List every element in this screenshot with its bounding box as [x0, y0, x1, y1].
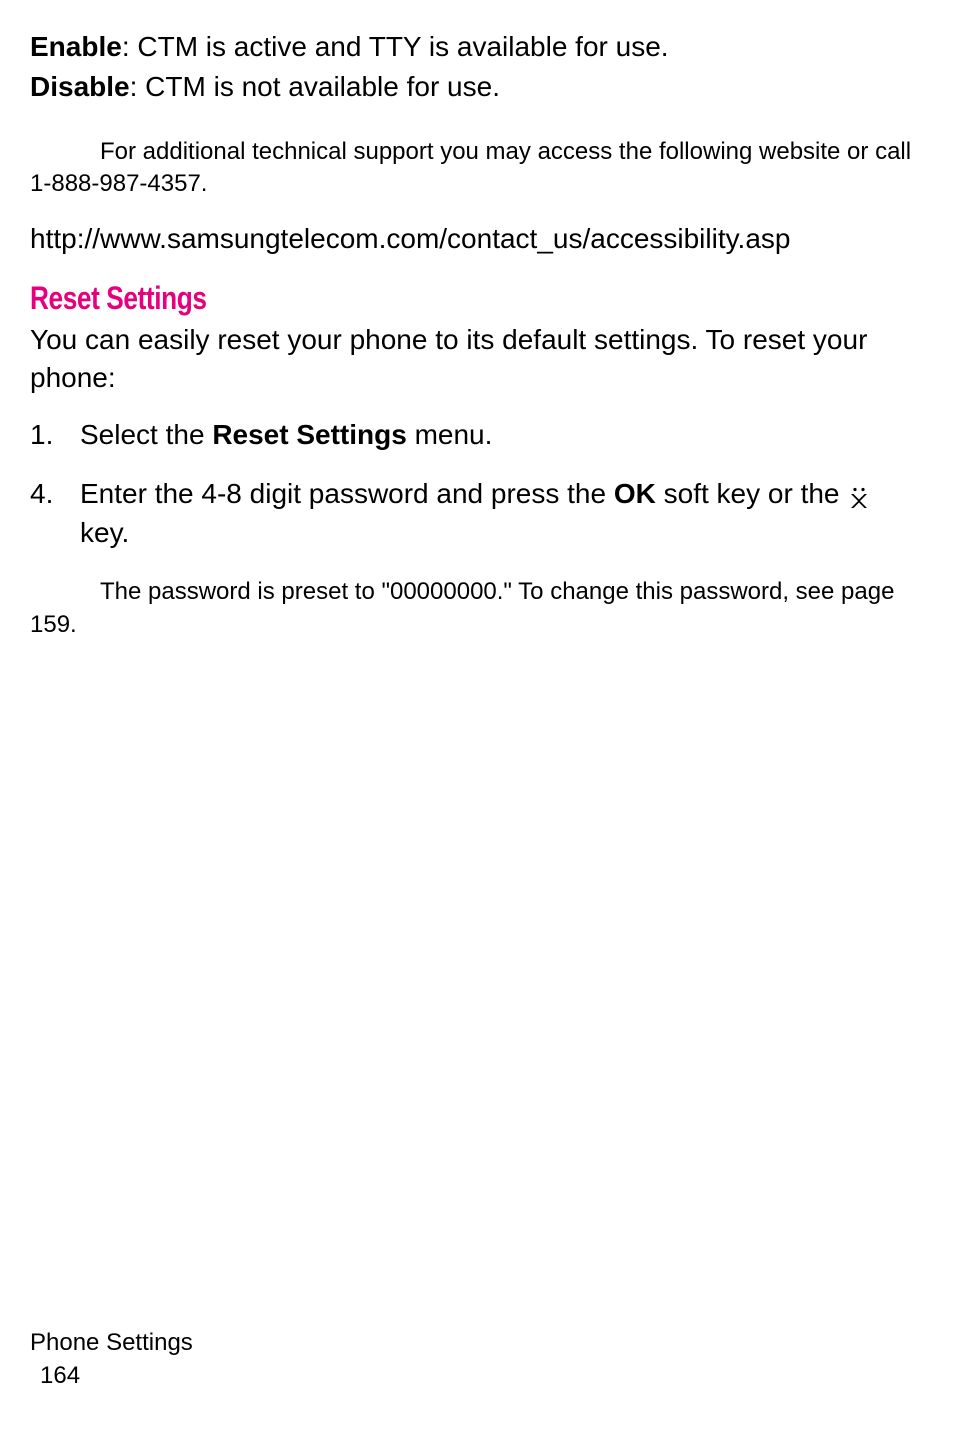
step-content: Enter the 4-8 digit password and press t…	[80, 474, 924, 552]
step-4: 4. Enter the 4-8 digit password and pres…	[30, 474, 924, 552]
password-note: The password is preset to "00000000." To…	[30, 576, 924, 641]
accessibility-url: http://www.samsungtelecom.com/contact_us…	[30, 220, 924, 258]
enable-text: : CTM is active and TTY is available for…	[122, 31, 669, 62]
disable-definition: Disable: CTM is not available for use.	[30, 68, 924, 106]
step-number: 4.	[30, 474, 80, 552]
step-content: Select the Reset Settings menu.	[80, 415, 924, 454]
reset-settings-heading: Reset Settings	[30, 280, 763, 317]
disable-label: Disable	[30, 71, 130, 102]
footer-section: Phone Settings	[30, 1326, 193, 1360]
disable-text: : CTM is not available for use.	[130, 71, 500, 102]
step-1: 1. Select the Reset Settings menu.	[30, 415, 924, 454]
enable-definition: Enable: CTM is active and TTY is availab…	[30, 28, 924, 66]
support-note: For additional technical support you may…	[30, 136, 924, 201]
page-number: 164	[40, 1359, 193, 1393]
step-number: 1.	[30, 415, 80, 454]
page-footer: Phone Settings 164	[30, 1326, 193, 1393]
steps-list: 1. Select the Reset Settings menu. 4. En…	[30, 415, 924, 553]
enable-label: Enable	[30, 31, 122, 62]
reset-intro: You can easily reset your phone to its d…	[30, 321, 924, 397]
x-key-icon	[847, 482, 871, 506]
